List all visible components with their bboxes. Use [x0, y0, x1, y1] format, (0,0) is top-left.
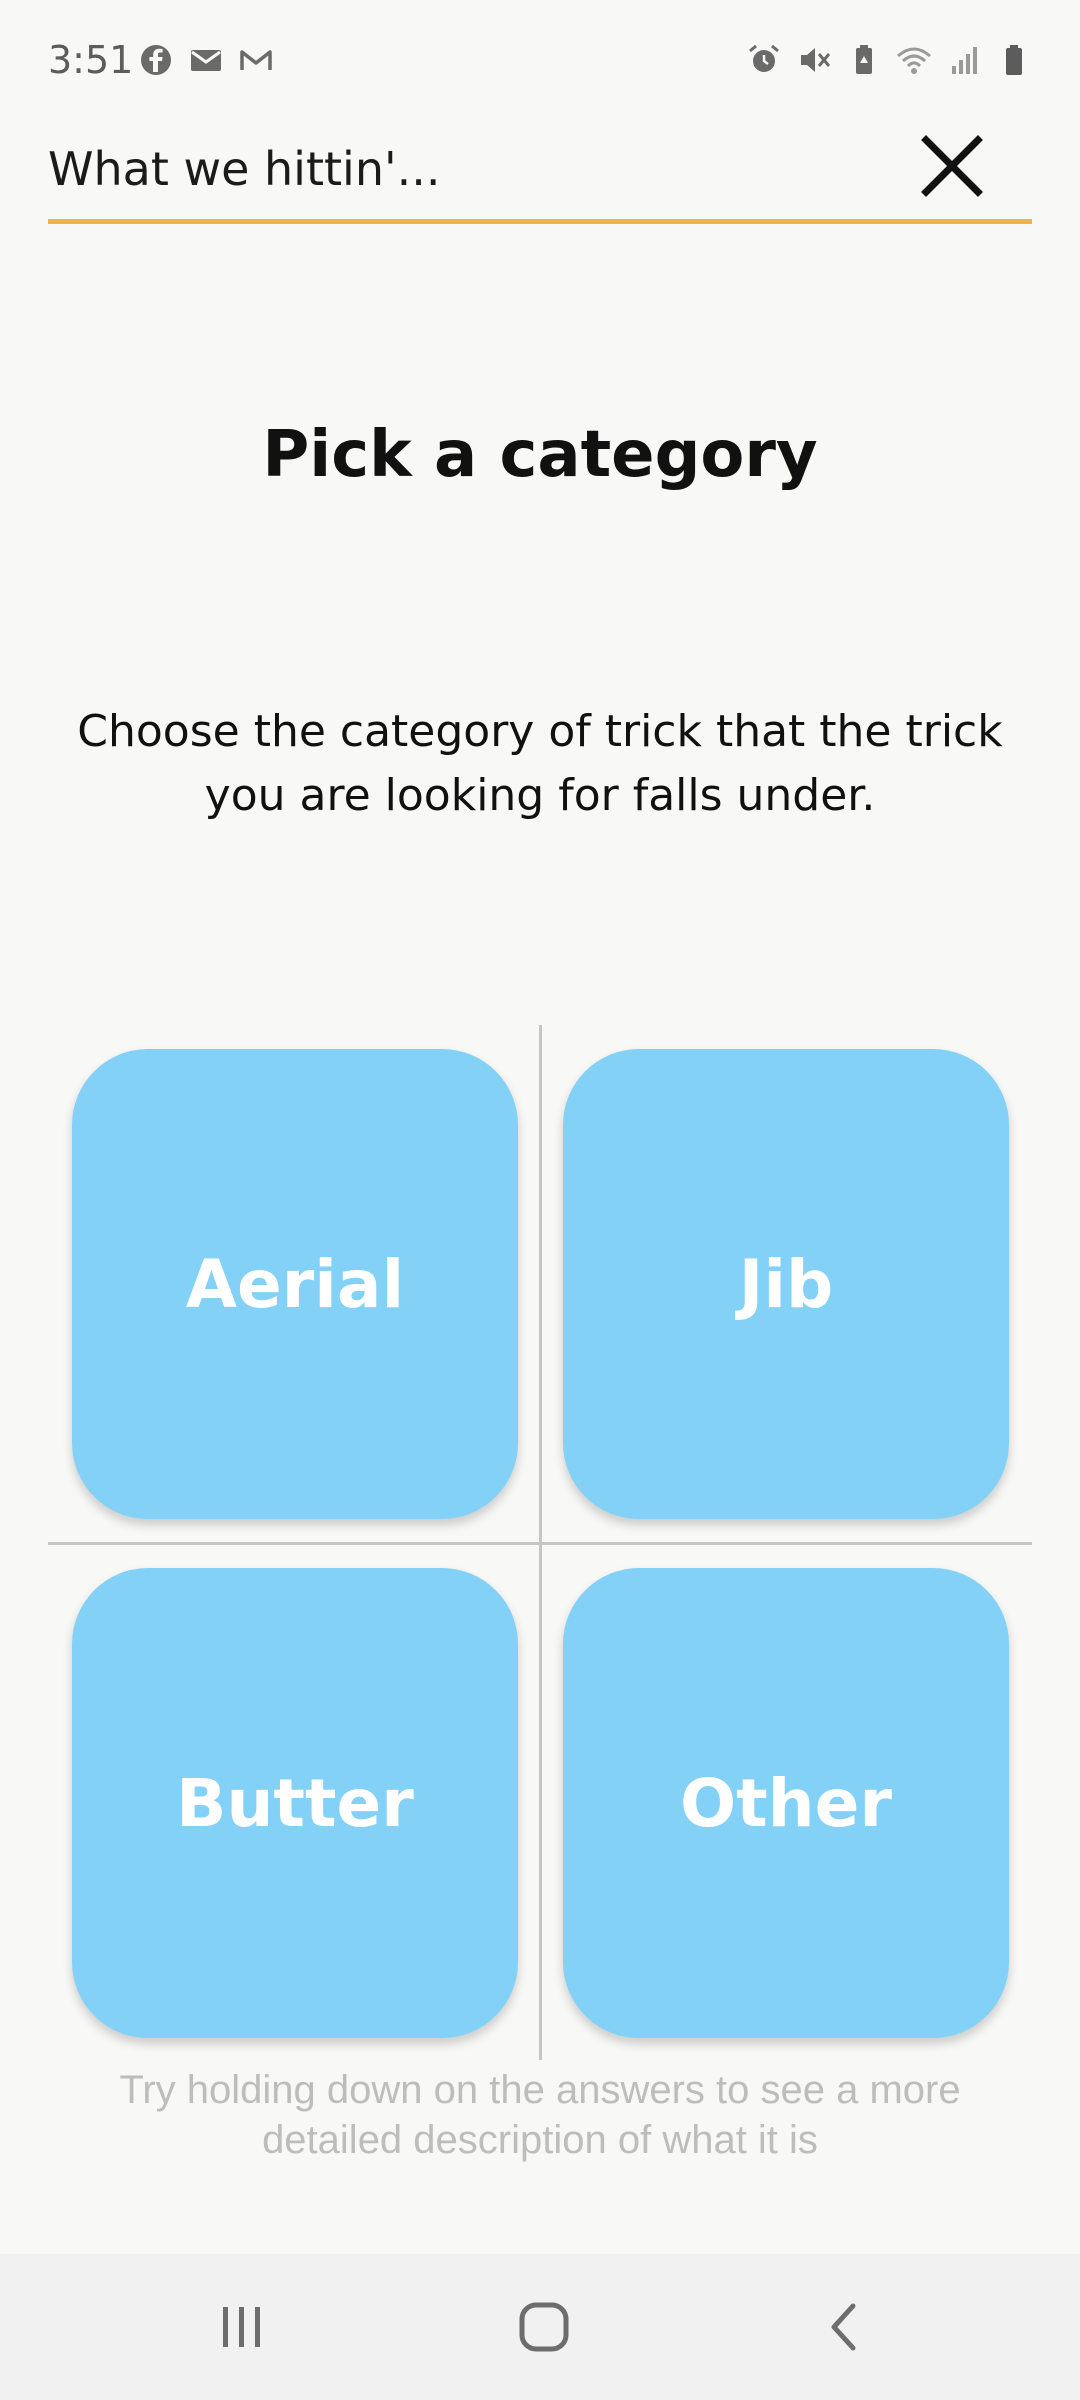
recents-button[interactable]: [197, 2282, 287, 2372]
signal-icon: [952, 47, 977, 74]
wifi-icon: [897, 47, 931, 74]
status-right-icons: [746, 42, 1032, 78]
category-other-button[interactable]: Other: [563, 1568, 1009, 2038]
alarm-icon: [749, 44, 779, 72]
grid-divider-horizontal: [48, 1542, 1032, 1545]
home-icon: [519, 2302, 569, 2352]
recents-icon: [223, 2307, 260, 2347]
email-icon: [191, 50, 221, 71]
category-description: Choose the category of trick that the tr…: [77, 706, 1003, 821]
category-aerial-button[interactable]: Aerial: [72, 1049, 518, 1519]
mute-icon: [801, 48, 831, 72]
hint-text: Try holding down on the answers to see a…: [119, 2068, 961, 2162]
status-bar: 3:51: [0, 0, 1080, 120]
navigation-bar: [0, 2254, 1080, 2400]
close-button[interactable]: [912, 126, 992, 206]
gmail-icon: [240, 50, 272, 70]
facebook-icon: [141, 45, 171, 75]
category-butter-button[interactable]: Butter: [72, 1568, 518, 2038]
search-input[interactable]: [48, 124, 928, 214]
page-title: Pick a category: [262, 418, 818, 492]
battery-saver-icon: [856, 45, 872, 74]
status-time: 3:51: [48, 38, 134, 82]
battery-icon: [1006, 45, 1022, 75]
back-button[interactable]: [800, 2282, 890, 2372]
close-icon: [921, 135, 983, 197]
screen: 3:51 What we hittin'... Pick a category …: [0, 0, 1080, 2400]
search-bar: [48, 118, 1032, 224]
home-button[interactable]: [499, 2282, 589, 2372]
status-left-icons: [138, 42, 274, 78]
category-jib-button[interactable]: Jib: [563, 1049, 1009, 1519]
category-grid: Aerial Jib Butter Other: [48, 1025, 1032, 2060]
back-icon: [831, 2303, 856, 2351]
